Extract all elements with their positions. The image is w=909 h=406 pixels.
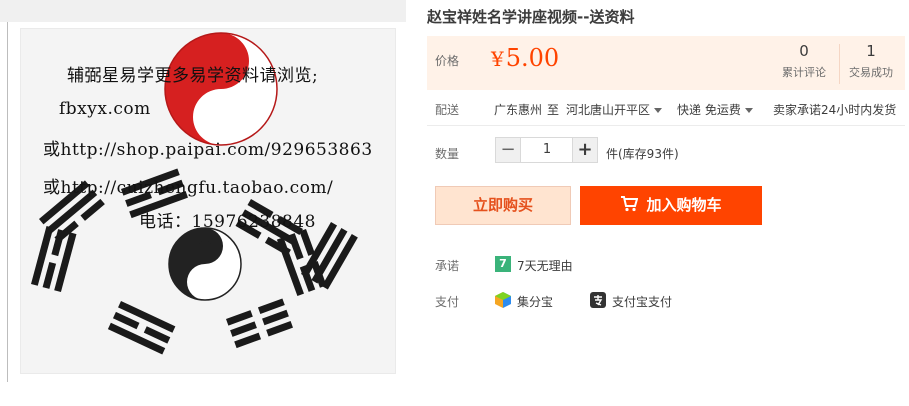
- buy-now-button[interactable]: 立即购买: [435, 186, 571, 225]
- price-value: ¥5.00: [491, 44, 559, 72]
- stat-divider: [839, 44, 840, 84]
- guarantee-text[interactable]: 7天无理由: [517, 257, 573, 274]
- payment-method-alipay[interactable]: 支付宝支付: [612, 293, 672, 310]
- image-top-strip: [0, 0, 406, 22]
- image-text-line4: 或http://cuizhengfu.taobao.com/: [43, 178, 334, 198]
- image-text-line1: 辅弼星易学更多易学资料请浏览;: [67, 66, 319, 86]
- shipping-destination-select[interactable]: 河北唐山开平区: [566, 101, 663, 118]
- shipping-to-word: 至: [547, 103, 560, 117]
- product-title: 赵宝祥姓名学讲座视频--送资料: [427, 8, 635, 26]
- jifenbao-icon: [495, 292, 511, 308]
- reviews-stat[interactable]: 0 累计评论: [774, 42, 834, 80]
- chevron-down-icon: [744, 108, 753, 113]
- reviews-count: 0: [799, 42, 809, 60]
- shipping-promise: 卖家承诺24小时内发货: [773, 103, 897, 117]
- price-panel: 价格 ¥5.00 0 累计评论 1 交易成功: [427, 36, 905, 90]
- sales-count: 1: [866, 42, 876, 60]
- shipping-destination: 河北唐山开平区: [566, 103, 651, 117]
- reviews-label: 累计评论: [782, 66, 826, 79]
- seven-day-return-icon: 7: [495, 256, 511, 272]
- shopping-cart-icon: [621, 196, 639, 212]
- guarantee-label: 承诺: [435, 259, 460, 273]
- product-main-image[interactable]: 辅弼星易学更多易学资料请浏览; fbxyx.com 或http://shop.p…: [20, 28, 396, 374]
- shipping-from: 广东惠州: [494, 103, 543, 117]
- payment-method-jifenbao[interactable]: 集分宝: [517, 293, 553, 310]
- sales-label: 交易成功: [849, 66, 893, 79]
- quantity-increase-button[interactable]: +: [572, 137, 598, 163]
- quantity-input[interactable]: 1: [521, 137, 573, 163]
- stock-text: 件(库存93件): [606, 147, 679, 161]
- shipping-label: 配送: [435, 103, 460, 117]
- image-text-line3: 或http://shop.paipai.com/929653863: [43, 140, 373, 160]
- price-label: 价格: [435, 54, 460, 68]
- currency-symbol: ¥: [491, 47, 504, 71]
- quantity-label: 数量: [435, 147, 460, 161]
- payment-label: 支付: [435, 295, 460, 309]
- alipay-icon: [590, 292, 606, 308]
- quantity-decrease-button[interactable]: −: [495, 137, 521, 163]
- price-amount: 5.00: [505, 44, 560, 72]
- add-to-cart-button[interactable]: 加入购物车: [580, 186, 762, 225]
- shipping-method-select[interactable]: 快递 免运费: [677, 101, 753, 118]
- image-text-line5: 电话：15976238848: [139, 212, 316, 232]
- sales-stat[interactable]: 1 交易成功: [841, 42, 901, 80]
- add-to-cart-label: 加入购物车: [646, 196, 722, 214]
- divider: [427, 125, 905, 126]
- gallery-divider: [7, 22, 8, 382]
- shipping-method: 快递 免运费: [677, 103, 741, 117]
- image-text-line2: fbxyx.com: [59, 99, 151, 119]
- chevron-down-icon: [654, 108, 663, 113]
